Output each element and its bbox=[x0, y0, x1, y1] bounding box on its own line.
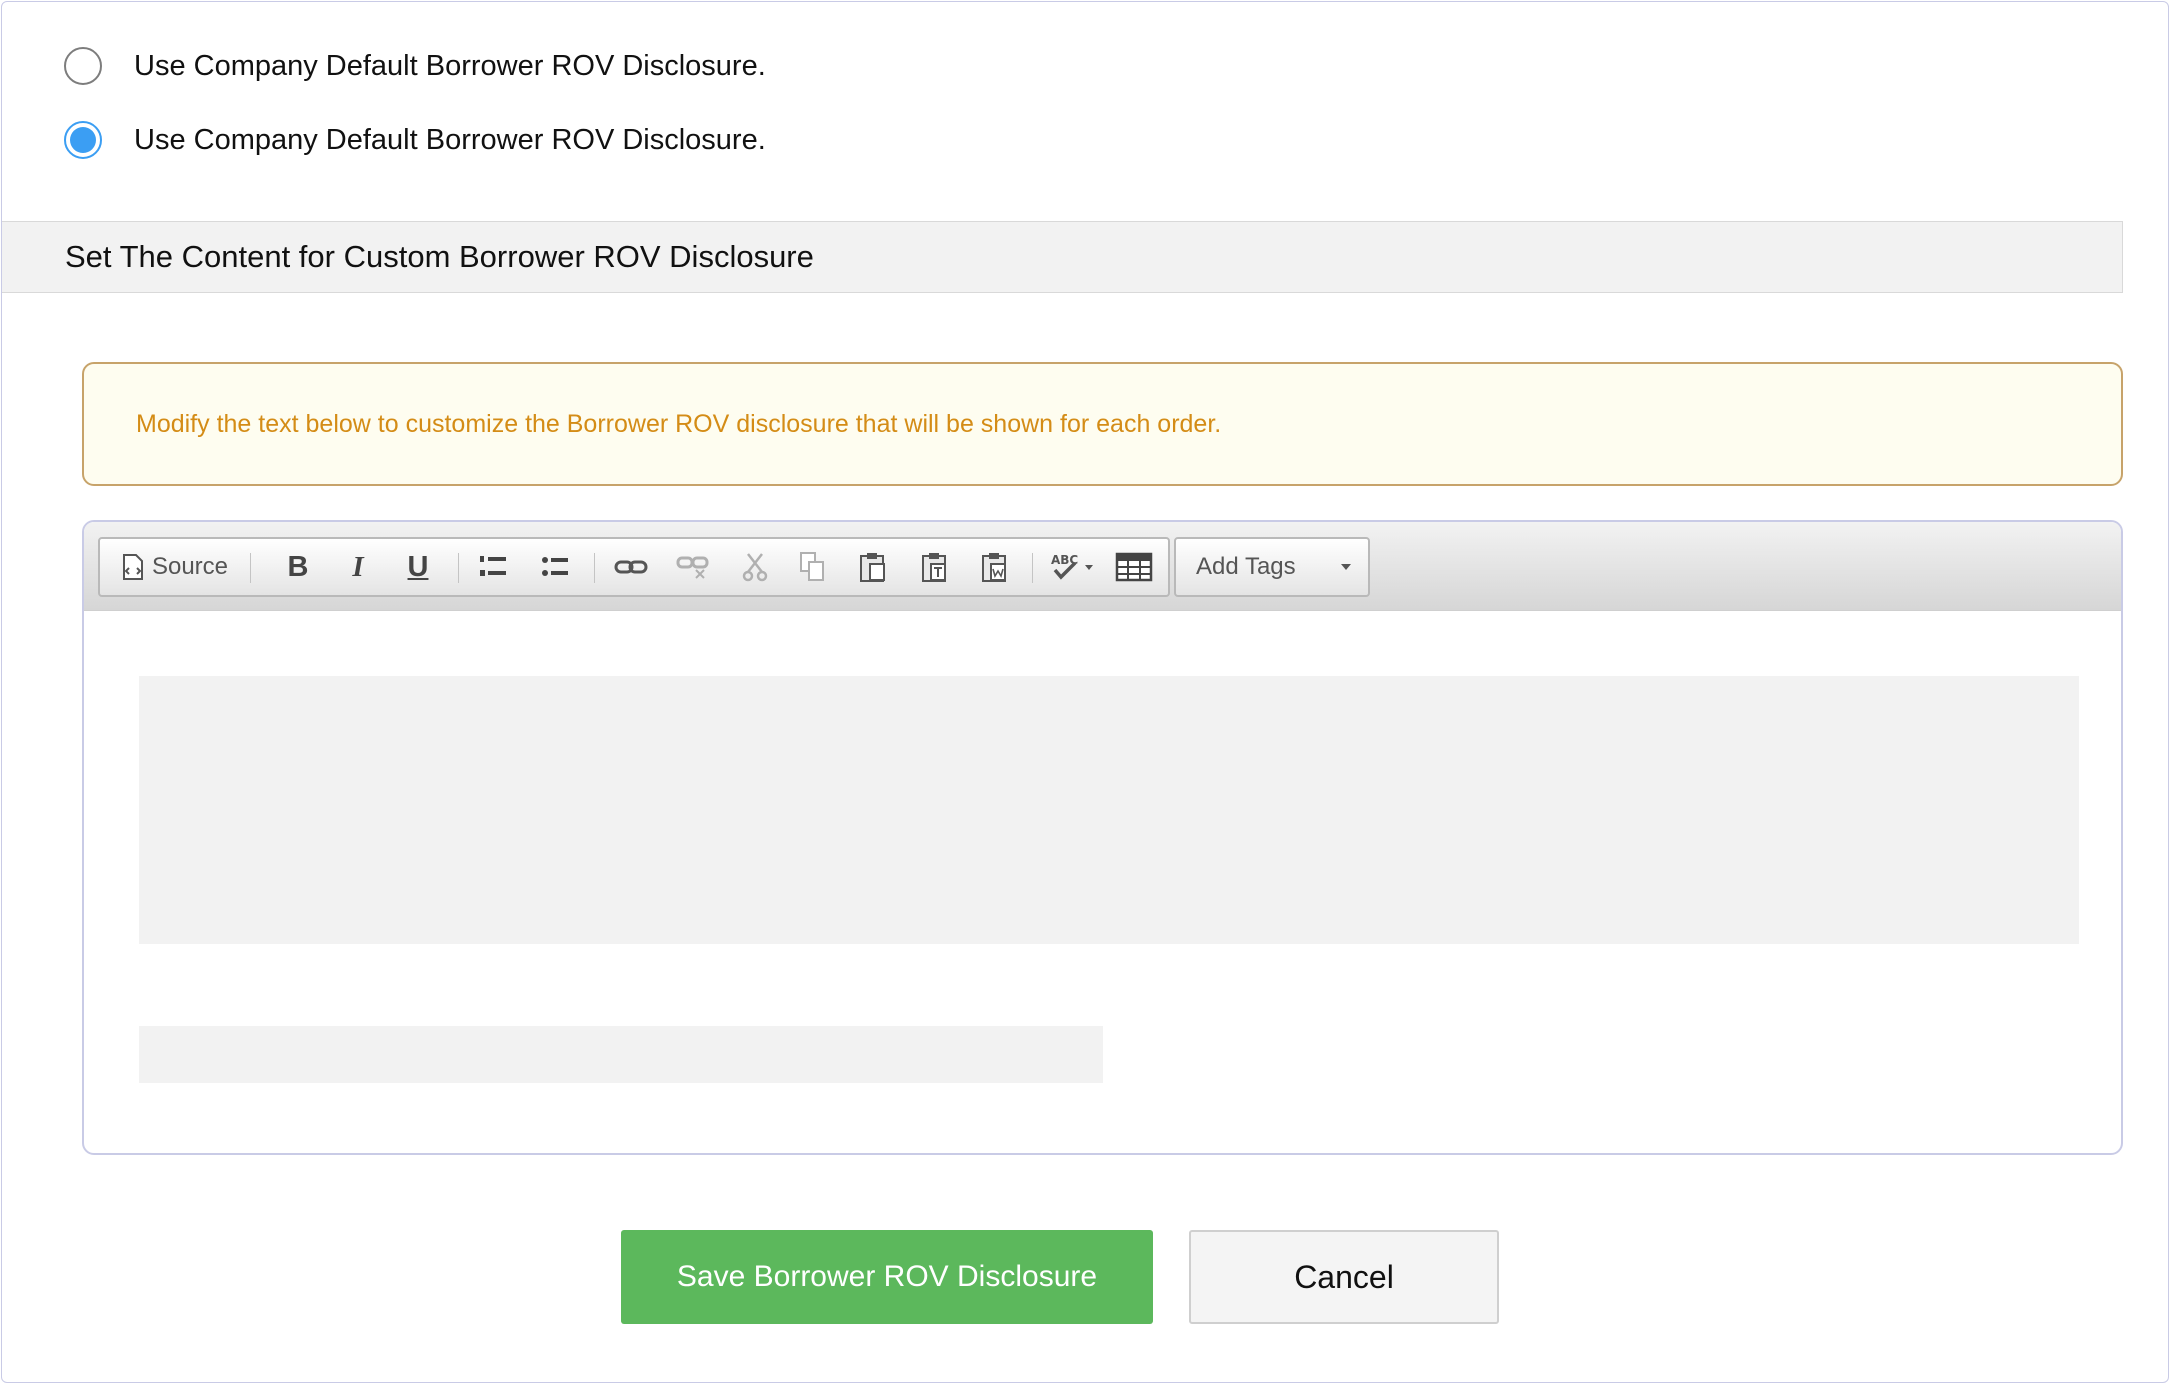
option-custom[interactable]: Use Company Default Borrower ROV Disclos… bbox=[64, 118, 766, 162]
bold-label: B bbox=[287, 550, 309, 583]
unlink-icon bbox=[676, 554, 710, 580]
paste-button[interactable] bbox=[850, 547, 896, 587]
bulleted-list-icon bbox=[540, 553, 570, 581]
scissors-icon bbox=[742, 552, 768, 582]
paste-word-icon bbox=[981, 551, 1009, 583]
section-title: Set The Content for Custom Borrower ROV … bbox=[65, 239, 814, 274]
clipboard-icon bbox=[859, 551, 887, 583]
spellcheck-icon: ABC bbox=[1049, 551, 1099, 583]
save-button[interactable]: Save Borrower ROV Disclosure bbox=[621, 1230, 1153, 1324]
toolbar-separator bbox=[594, 553, 595, 583]
option-label: Use Company Default Borrower ROV Disclos… bbox=[134, 49, 766, 82]
toolbar-separator bbox=[1032, 553, 1033, 583]
underline-button[interactable]: U bbox=[398, 547, 438, 587]
unlink-button[interactable] bbox=[670, 547, 716, 587]
source-label: Source bbox=[151, 553, 229, 580]
numbered-list-icon bbox=[478, 553, 508, 581]
editor-toolbar: Source B I U ABC Add Tags bbox=[84, 522, 2121, 611]
source-button[interactable]: Source bbox=[112, 547, 238, 587]
editor-content-line[interactable] bbox=[139, 1026, 1103, 1083]
bold-button[interactable]: B bbox=[278, 547, 318, 587]
bulleted-list-button[interactable] bbox=[532, 547, 578, 587]
rich-text-editor: Source B I U ABC Add Tags bbox=[82, 520, 2123, 1155]
add-tags-button[interactable]: Add Tags bbox=[1196, 547, 1306, 587]
link-icon bbox=[614, 557, 648, 577]
source-icon bbox=[122, 553, 144, 581]
dropdown-arrow[interactable] bbox=[1336, 547, 1356, 587]
option-label: Use Company Default Borrower ROV Disclos… bbox=[134, 123, 766, 156]
disclosure-panel: Use Company Default Borrower ROV Disclos… bbox=[1, 1, 2169, 1383]
notice-box: Modify the text below to customize the B… bbox=[82, 362, 2123, 486]
italic-button[interactable]: I bbox=[338, 547, 378, 587]
cancel-button[interactable]: Cancel bbox=[1189, 1230, 1499, 1324]
editor-content-placeholder[interactable] bbox=[139, 676, 2079, 944]
caret-down-icon bbox=[1340, 563, 1352, 571]
radio-button-unchecked[interactable] bbox=[64, 47, 102, 85]
numbered-list-button[interactable] bbox=[470, 547, 516, 587]
underline-label: U bbox=[407, 550, 429, 583]
add-tags-label: Add Tags bbox=[1196, 553, 1296, 580]
copy-button[interactable] bbox=[790, 547, 836, 587]
table-icon bbox=[1115, 552, 1153, 582]
notice-text: Modify the text below to customize the B… bbox=[136, 409, 1222, 438]
spellcheck-button[interactable]: ABC bbox=[1044, 547, 1104, 587]
copy-icon bbox=[799, 551, 827, 583]
option-company-default[interactable]: Use Company Default Borrower ROV Disclos… bbox=[64, 44, 766, 88]
radio-button-checked[interactable] bbox=[64, 121, 102, 159]
toolbar-main-group: Source B I U ABC bbox=[98, 537, 1170, 597]
toolbar-separator bbox=[250, 553, 251, 583]
paste-text-button[interactable] bbox=[912, 547, 958, 587]
italic-label: I bbox=[352, 550, 364, 583]
table-button[interactable] bbox=[1110, 547, 1158, 587]
cut-button[interactable] bbox=[732, 547, 778, 587]
paste-text-icon bbox=[921, 551, 949, 583]
add-tags-dropdown[interactable]: Add Tags bbox=[1174, 537, 1370, 597]
toolbar-separator bbox=[458, 553, 459, 583]
link-button[interactable] bbox=[608, 547, 654, 587]
paste-word-button[interactable] bbox=[972, 547, 1018, 587]
section-header: Set The Content for Custom Borrower ROV … bbox=[2, 221, 2123, 293]
